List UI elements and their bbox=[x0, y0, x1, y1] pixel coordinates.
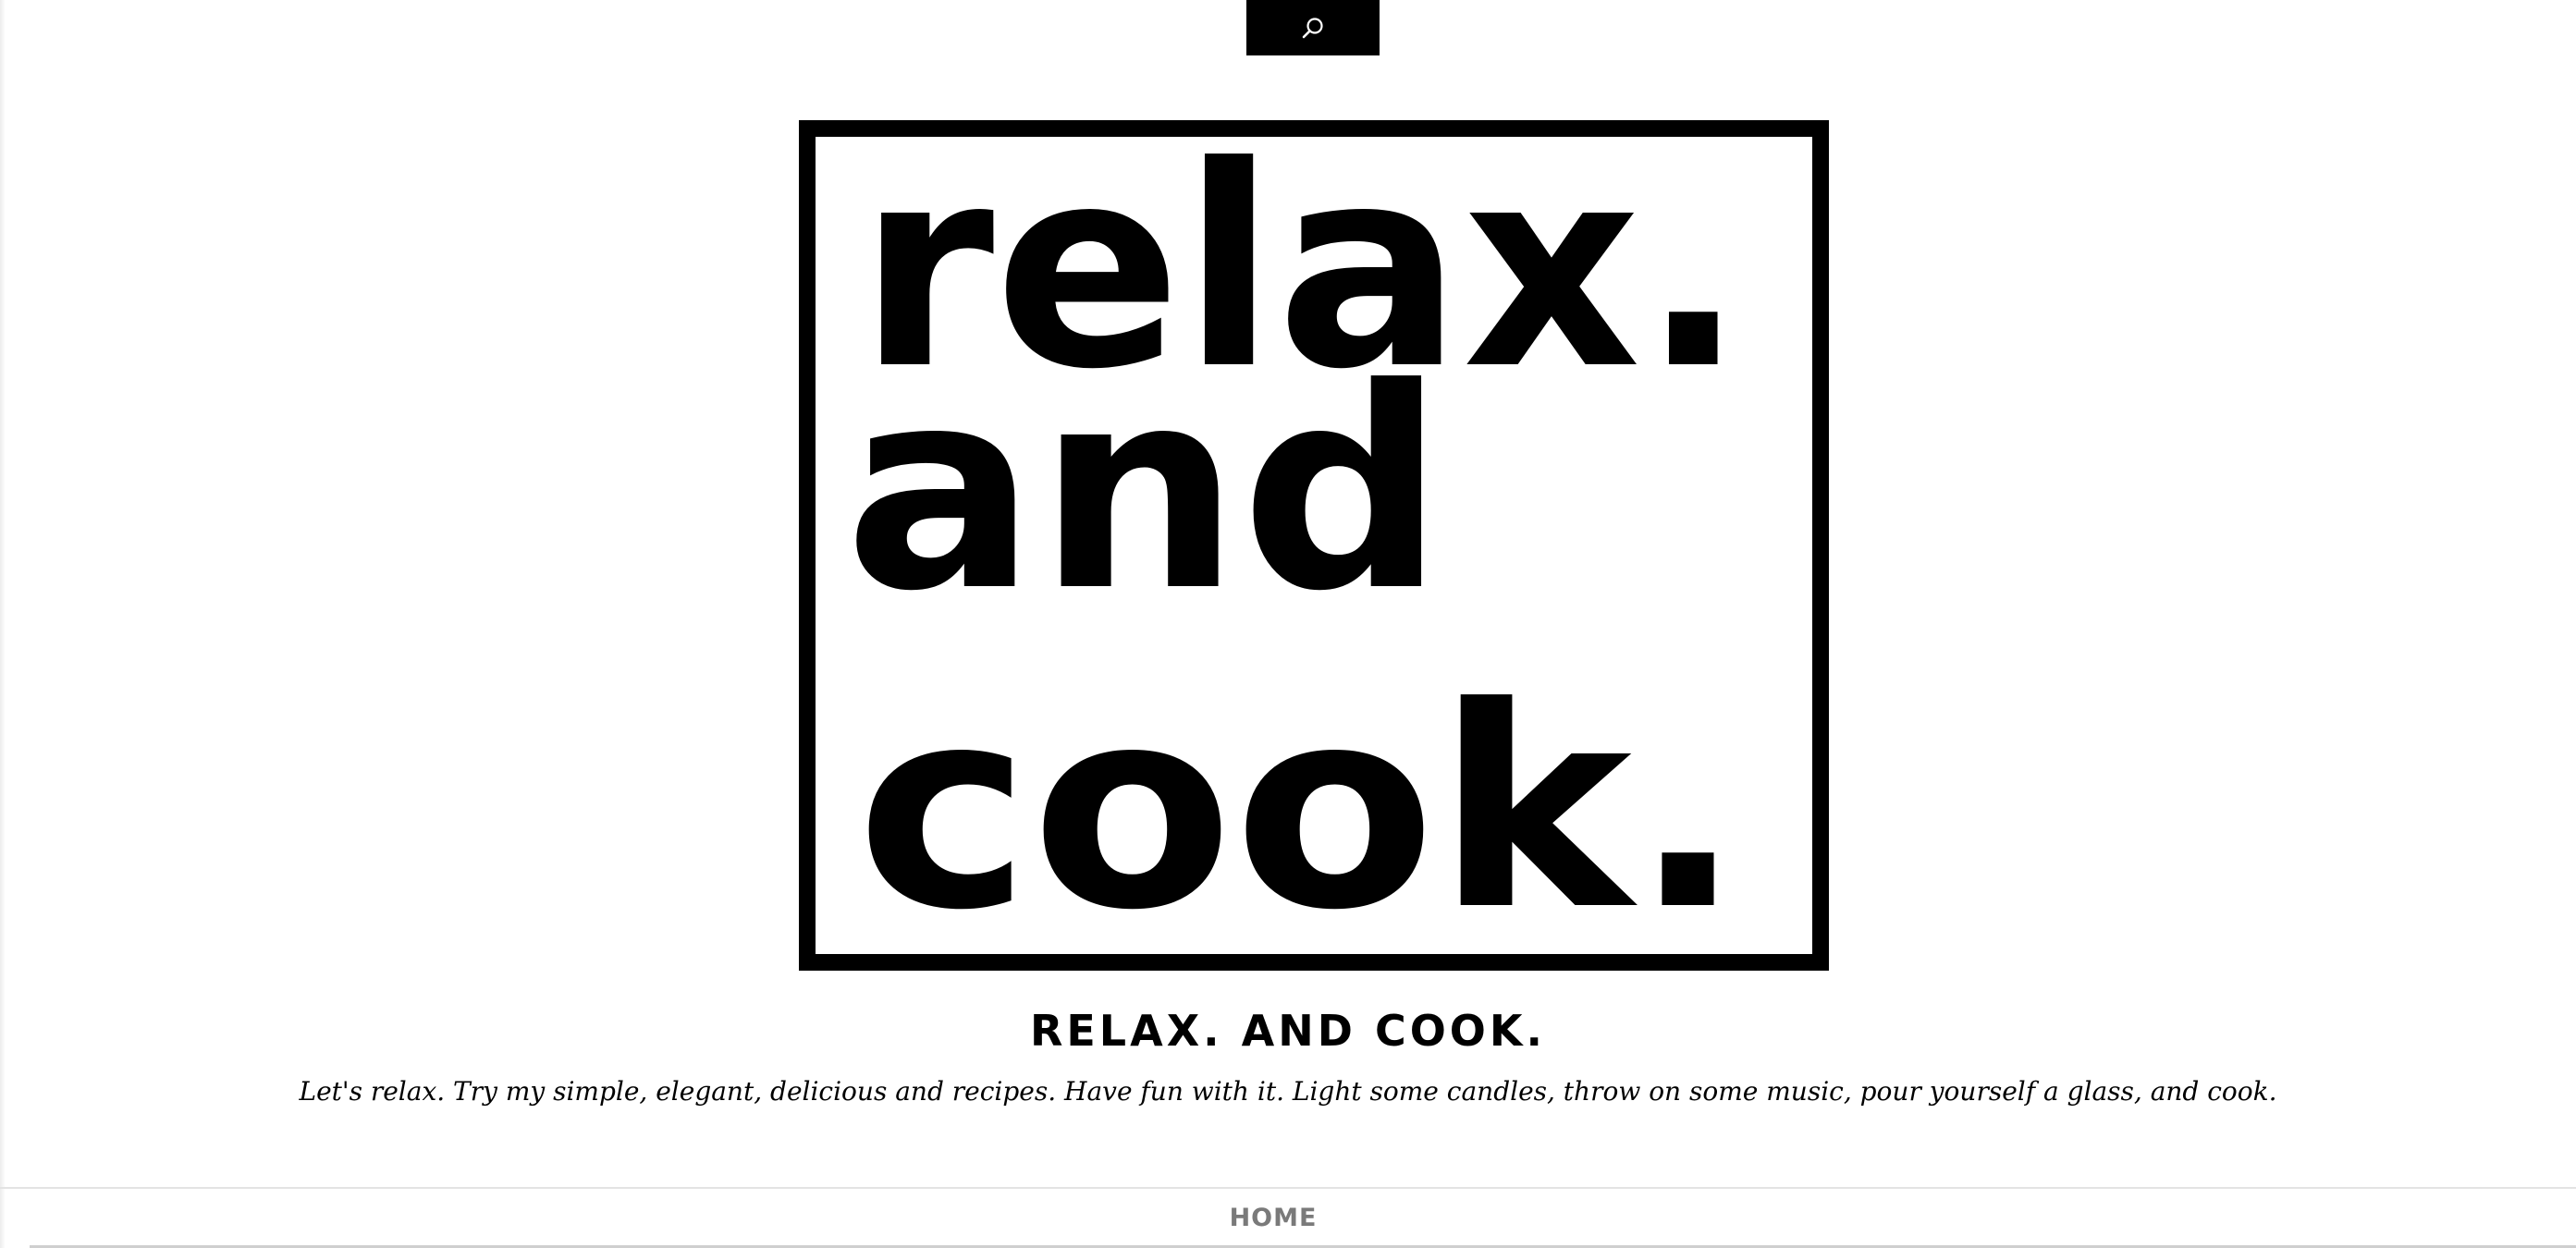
search-button[interactable] bbox=[1246, 0, 1380, 55]
site-title[interactable]: RELAX. AND COOK. bbox=[0, 998, 2576, 1063]
logo-line-3: cook. bbox=[856, 648, 1744, 971]
main-navigation: HOME bbox=[30, 1189, 2576, 1246]
logo-line-2: and bbox=[844, 329, 1445, 652]
site-logo[interactable]: relax. and cook. bbox=[798, 119, 1830, 972]
site-tagline: Let's relax. Try my simple, elegant, del… bbox=[299, 1076, 2277, 1107]
nav-item-home[interactable]: HOME bbox=[1230, 1204, 1318, 1232]
search-icon bbox=[1301, 16, 1325, 40]
page: relax. and cook. RELAX. AND COOK. Let's … bbox=[0, 0, 2576, 1248]
